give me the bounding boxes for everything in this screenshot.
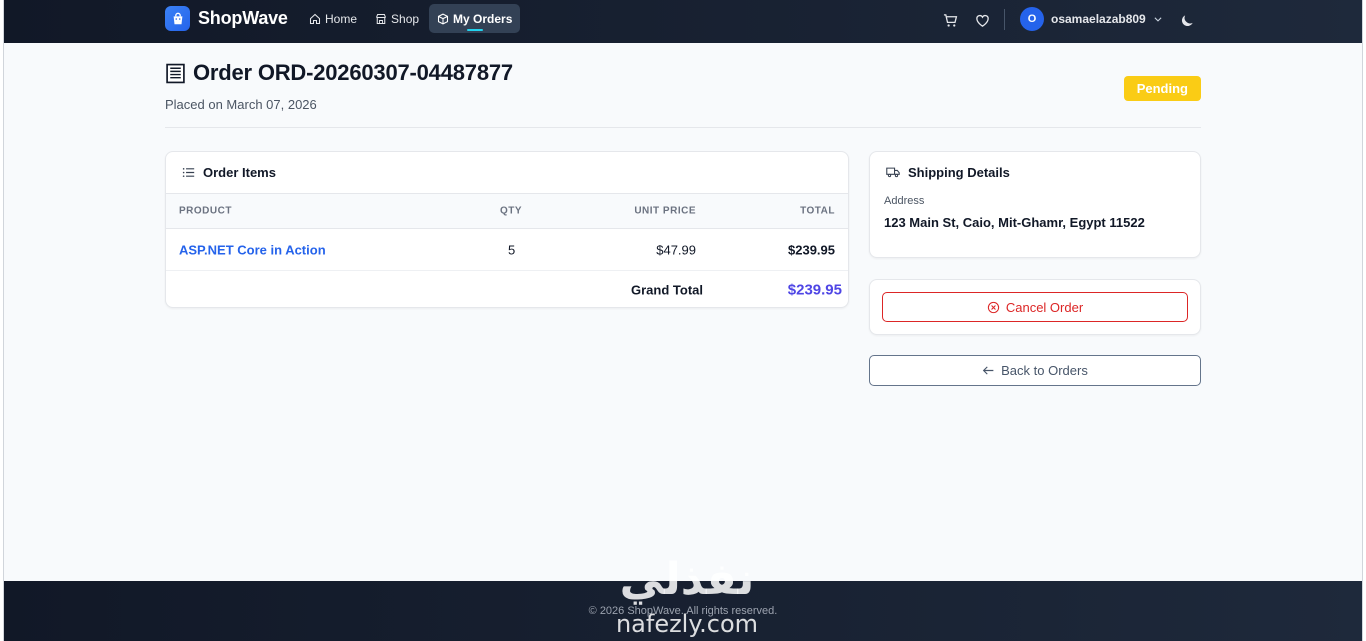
x-circle-icon [987, 301, 999, 313]
footer: © 2026 ShopWave. All rights reserved. [4, 581, 1362, 641]
nav-my-orders-label: My Orders [453, 11, 513, 26]
nav-home[interactable]: Home [301, 4, 365, 33]
shipping-title: Shipping Details [908, 164, 1010, 180]
nav-home-label: Home [325, 11, 358, 26]
col-qty: QTY [500, 205, 523, 217]
address-label: Address [884, 195, 925, 207]
col-unit-price: UNIT PRICE [634, 205, 696, 217]
theme-toggle[interactable] [1178, 11, 1196, 29]
arrow-left-icon [982, 366, 994, 375]
order-items-card: Order Items PRODUCT QTY UNIT PRICE TOTAL… [165, 151, 849, 308]
nav-shop-label: Shop [391, 11, 420, 26]
row-qty: 5 [508, 242, 516, 257]
nav-divider [1004, 9, 1005, 30]
shipping-header: Shipping Details [870, 152, 1200, 192]
brand[interactable]: ShopWave [165, 6, 288, 31]
col-total: TOTAL [800, 205, 835, 217]
grand-total-row: Grand Total $239.95 [166, 271, 848, 307]
top-navbar: ShopWave Home Shop My Orders O osamaelaz… [4, 0, 1362, 43]
row-total: $239.95 [788, 242, 835, 257]
placed-date: Placed on March 07, 2026 [165, 97, 317, 112]
back-to-orders-label: Back to Orders [1001, 363, 1088, 378]
user-menu[interactable]: O osamaelazab809 [1020, 7, 1163, 31]
shipping-card: Shipping Details Address 123 Main St, Ca… [869, 151, 1201, 258]
grand-total-label: Grand Total [631, 282, 703, 297]
chevron-down-icon [1154, 17, 1162, 22]
footer-text: © 2026 ShopWave. All rights reserved. [588, 605, 778, 617]
username: osamaelazab809 [1051, 12, 1146, 26]
avatar: O [1020, 7, 1044, 31]
moon-icon [1181, 14, 1193, 26]
shopping-bag-icon [165, 6, 190, 31]
cart-button[interactable] [941, 11, 959, 29]
brand-name: ShopWave [198, 8, 288, 28]
nav-shop[interactable]: Shop [367, 4, 427, 33]
status-badge: Pending [1123, 76, 1201, 101]
cancel-card: Cancel Order [869, 279, 1201, 335]
back-to-orders-button[interactable]: Back to Orders [869, 355, 1201, 386]
page-header: Order ORD-20260307-04487877 Placed on Ma… [165, 60, 1201, 128]
cart-icon [943, 13, 957, 27]
row-unit-price: $47.99 [656, 242, 696, 257]
list-icon [182, 168, 195, 177]
nav-my-orders[interactable]: My Orders [429, 4, 521, 33]
order-items-title: Order Items [203, 165, 276, 180]
app-frame: ShopWave Home Shop My Orders O osamaelaz… [3, 0, 1363, 641]
product-link[interactable]: ASP.NET Core in Action [179, 242, 326, 257]
truck-icon [886, 167, 900, 178]
home-icon [309, 13, 321, 24]
order-items-header: Order Items [166, 152, 848, 194]
title-row: Order ORD-20260307-04487877 [165, 60, 1201, 86]
cancel-order-button[interactable]: Cancel Order [882, 292, 1188, 322]
heart-icon [975, 14, 989, 27]
cancel-order-label: Cancel Order [1005, 299, 1084, 315]
box-icon [438, 13, 449, 24]
table-row: ASP.NET Core in Action 5 $47.99 $239.95 [166, 229, 848, 271]
grand-total-value: $239.95 [787, 281, 842, 298]
receipt-icon [166, 63, 185, 83]
nav-links: Home Shop My Orders [301, 4, 521, 33]
store-icon [376, 13, 387, 24]
page-title: Order ORD-20260307-04487877 [193, 60, 513, 85]
col-product: PRODUCT [179, 205, 232, 217]
wishlist-button[interactable] [973, 11, 991, 29]
table-header: PRODUCT QTY UNIT PRICE TOTAL [166, 194, 848, 229]
address-value: 123 Main St, Caio, Mit-Ghamr, Egypt 1152… [884, 215, 1145, 230]
